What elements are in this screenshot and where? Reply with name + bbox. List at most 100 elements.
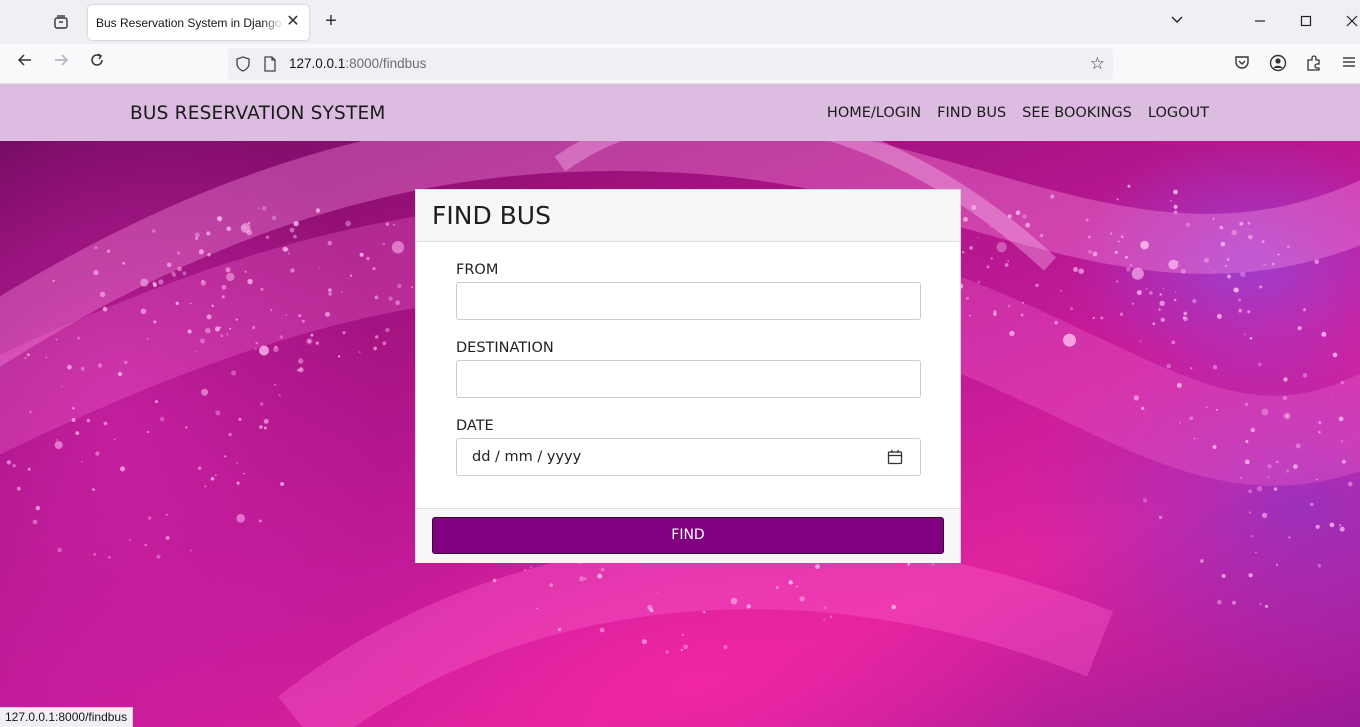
sparkle-dot xyxy=(746,604,751,609)
sparkle-dot xyxy=(166,262,172,268)
sparkle-dot xyxy=(52,279,56,283)
sparkle-dot xyxy=(1129,263,1133,267)
from-input[interactable] xyxy=(456,282,921,320)
sparkle-dot xyxy=(328,292,332,296)
sparkle-dot xyxy=(67,364,72,370)
sparkle-dot xyxy=(94,246,98,250)
reload-icon[interactable] xyxy=(85,52,109,76)
sparkle-dot xyxy=(231,370,237,376)
extensions-icon[interactable] xyxy=(1305,54,1325,74)
destination-input[interactable] xyxy=(456,360,921,398)
sparkle-dot xyxy=(1286,245,1291,249)
sparkle-dot xyxy=(259,425,263,429)
sparkle-dot xyxy=(263,426,267,430)
sparkle-dot xyxy=(395,300,400,306)
back-arrow-icon[interactable] xyxy=(13,52,37,76)
bookmark-star-icon[interactable]: ☆ xyxy=(1090,54,1105,74)
sparkle-dot xyxy=(1078,268,1084,274)
sparkle-dot xyxy=(1338,416,1344,422)
sparkle-dot xyxy=(215,410,221,416)
shield-icon[interactable] xyxy=(235,56,251,72)
sparkle-dot xyxy=(140,308,147,314)
browser-toolbar: 127.0.0.1:8000/findbus ☆ xyxy=(0,44,1360,84)
sparkle-dot xyxy=(1141,406,1145,410)
page-icon[interactable] xyxy=(262,56,278,72)
menu-icon[interactable] xyxy=(1341,54,1360,74)
sparkle-dot xyxy=(374,295,379,300)
sparkle-dot xyxy=(382,242,386,246)
destination-label: DESTINATION xyxy=(456,340,554,356)
sparkle-dot xyxy=(269,308,273,312)
sparkle-dot xyxy=(298,314,302,317)
sparkle-dot xyxy=(962,251,965,254)
sparkle-dot xyxy=(1341,459,1346,464)
sparkle-dot xyxy=(1088,249,1092,254)
sparkle-dot xyxy=(1133,395,1140,401)
sparkle-dot xyxy=(32,519,38,525)
sparkle-dot xyxy=(1070,307,1073,311)
sparkle-dot xyxy=(1173,204,1178,209)
sparkle-dot xyxy=(579,576,585,582)
browser-tab-active[interactable]: Bus Reservation System in Django P ✕ xyxy=(88,5,309,40)
sparkle-dot xyxy=(969,314,972,317)
pocket-icon[interactable] xyxy=(1233,54,1253,74)
tab-list-icon[interactable] xyxy=(50,11,72,33)
date-label: DATE xyxy=(456,418,494,434)
sparkle-dot xyxy=(285,314,288,317)
minimize-icon[interactable] xyxy=(1248,10,1272,34)
address-bar[interactable]: 127.0.0.1:8000/findbus ☆ xyxy=(228,48,1113,80)
sparkle-dot xyxy=(226,226,231,232)
sparkle-dot xyxy=(105,248,112,254)
sparkle-dot xyxy=(1160,317,1165,322)
sparkle-dot xyxy=(113,438,116,441)
date-placeholder: dd / mm / yyyy xyxy=(472,449,582,465)
date-input[interactable]: dd / mm / yyyy xyxy=(456,438,921,476)
url-path: :8000/findbus xyxy=(345,56,427,71)
nav-logout[interactable]: LOGOUT xyxy=(1148,105,1209,121)
browser-tab-bar: Bus Reservation System in Django P ✕ + xyxy=(0,0,1360,44)
sparkle-dot xyxy=(190,549,192,552)
forward-arrow-icon[interactable] xyxy=(49,52,73,76)
status-bar: 127.0.0.1:8000/findbus xyxy=(0,707,134,727)
sparkle-dot xyxy=(26,466,32,472)
sparkle-dot xyxy=(1248,511,1251,514)
close-window-icon[interactable] xyxy=(1340,10,1360,34)
sparkle-dot xyxy=(977,280,981,284)
sparkle-dot xyxy=(1173,210,1178,214)
sparkle-dot xyxy=(1283,377,1288,382)
nav-home-login[interactable]: HOME/LOGIN xyxy=(827,105,921,121)
sparkle-dot xyxy=(71,418,76,422)
sparkle-dot xyxy=(1329,522,1335,528)
sparkle-dot xyxy=(1265,604,1268,608)
sparkle-dot xyxy=(199,338,205,344)
new-tab-button[interactable]: + xyxy=(320,10,342,32)
sparkle-dot xyxy=(189,302,192,305)
sparkle-dot xyxy=(302,319,305,323)
sparkle-dot xyxy=(290,268,295,273)
calendar-icon[interactable] xyxy=(887,449,903,465)
sparkle-dot xyxy=(1183,311,1187,316)
site-brand[interactable]: BUS RESERVATION SYSTEM xyxy=(130,103,386,124)
maximize-icon[interactable] xyxy=(1294,10,1318,34)
nav-see-bookings[interactable]: SEE BOOKINGS xyxy=(1022,105,1132,121)
sparkle-dot xyxy=(226,272,235,282)
sparkle-dot xyxy=(1314,259,1320,265)
sparkle-dot xyxy=(123,360,128,365)
sparkle-dot xyxy=(296,368,300,372)
sparkle-dot xyxy=(1131,267,1144,280)
sparkle-dot xyxy=(599,627,605,633)
sparkle-dot xyxy=(177,266,182,272)
sparkle-dot xyxy=(1340,380,1345,385)
sparkle-dot xyxy=(1276,563,1279,566)
sparkle-dot xyxy=(491,577,498,584)
sparkle-dot xyxy=(891,604,896,610)
account-icon[interactable] xyxy=(1269,54,1289,74)
sparkle-dot xyxy=(1200,559,1204,563)
find-button[interactable]: FIND xyxy=(432,517,944,554)
close-icon[interactable]: ✕ xyxy=(285,13,301,31)
chevron-down-icon[interactable] xyxy=(1165,10,1189,34)
sparkle-dot xyxy=(165,513,168,516)
sparkle-dot xyxy=(289,227,295,233)
sparkle-dot xyxy=(1302,373,1308,378)
nav-find-bus[interactable]: FIND BUS xyxy=(937,105,1006,121)
